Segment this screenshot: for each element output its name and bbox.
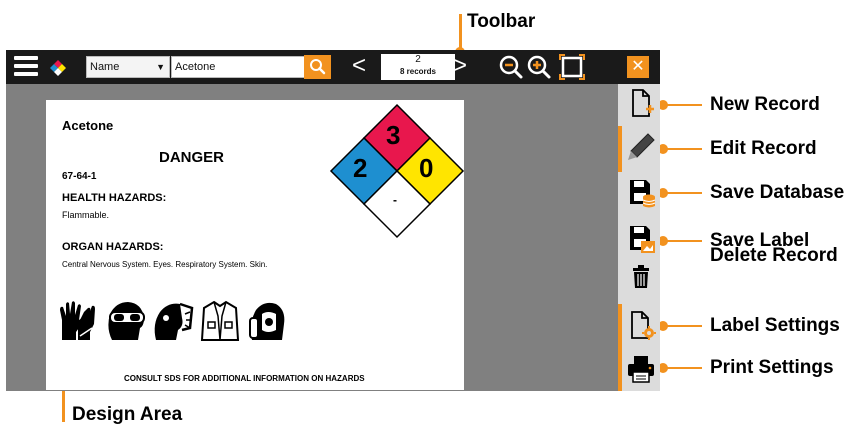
zoom-in-icon [527,55,551,79]
design-area[interactable]: Acetone DANGER 67-64-1 HEALTH HAZARDS: F… [6,84,618,391]
close-button[interactable]: ✕ [627,56,649,78]
label-organ-hazards-heading[interactable]: ORGAN HAZARDS: [62,241,163,253]
nfpa-special-value: - [393,193,397,207]
callout-label-settings-line [664,325,702,327]
callout-delete-record: Delete Record [710,245,838,266]
ppe-face-shield-icon[interactable] [152,300,194,342]
next-record-button[interactable]: > [453,52,467,80]
label-organ-hazards-text[interactable]: Central Nervous System. Eyes. Respirator… [62,260,267,269]
field-select-value: Name [90,61,120,73]
search-input[interactable]: Acetone [171,56,306,78]
side-panel-strip-top [618,126,622,172]
callout-print-settings-line [664,367,702,369]
new-record-button[interactable] [624,86,658,120]
ppe-lab-coat-icon[interactable] [200,300,240,342]
label-settings-button[interactable] [624,308,658,342]
field-select[interactable]: Name ▼ [86,56,170,78]
edit-record-button[interactable] [624,130,658,164]
menu-icon[interactable] [14,56,38,80]
label-health-hazards-heading[interactable]: HEALTH HAZARDS: [62,192,166,204]
fit-to-screen-button[interactable] [559,54,585,85]
record-counter[interactable]: 2 8 records [381,54,455,80]
trash-icon [633,265,649,288]
zoom-in-button[interactable] [526,54,552,85]
callout-label-settings: Label Settings [710,315,840,336]
search-button[interactable] [304,55,331,79]
side-panel-strip-bottom [618,304,622,391]
record-number: 2 [415,54,421,65]
label-signal-word[interactable]: DANGER [159,149,224,166]
callout-new-record: New Record [710,94,820,115]
callout-edit-record: Edit Record [710,138,817,159]
prev-record-button[interactable]: < [352,52,366,80]
new-document-icon [632,89,654,117]
callout-edit-record-line [664,148,702,150]
delete-record-button[interactable] [624,260,658,294]
nfpa-flammability-value: 3 [386,120,401,150]
callout-design-area: Design Area [72,404,183,425]
save-database-icon [630,180,656,208]
nfpa-diamond[interactable]: 3 2 0 - [329,103,465,239]
callout-save-label-line [664,240,702,242]
pencil-icon [628,133,655,160]
zoom-out-icon [499,55,523,79]
label-cas-number[interactable]: 67-64-1 [62,171,96,182]
nfpa-health-value: 2 [353,153,368,183]
ppe-goggles-icon[interactable] [104,300,146,342]
callout-toolbar: Toolbar [467,11,536,32]
callout-save-database: Save Database [710,182,845,203]
ppe-respirator-icon[interactable] [246,300,288,342]
label-settings-icon [631,311,656,340]
callout-new-record-line [664,104,702,106]
app-logo-icon [50,60,66,81]
nfpa-instability-value: 0 [419,153,434,183]
label-footer[interactable]: CONSULT SDS FOR ADDITIONAL INFORMATION O… [124,374,365,383]
ppe-gloves-icon[interactable] [58,300,98,342]
dropdown-arrow-icon: ▼ [156,62,165,72]
print-settings-button[interactable] [624,352,658,386]
record-total: 8 records [399,67,437,76]
callout-save-database-line [664,192,702,194]
search-icon [310,59,326,75]
callout-print-settings: Print Settings [710,357,834,378]
zoom-out-button[interactable] [498,54,524,85]
label-canvas[interactable]: Acetone DANGER 67-64-1 HEALTH HAZARDS: F… [46,100,465,390]
label-health-hazards-text[interactable]: Flammable. [62,210,109,220]
save-label-icon [630,226,655,253]
label-product-name[interactable]: Acetone [62,118,113,133]
side-panel [618,84,660,391]
printer-icon [628,356,654,383]
save-database-button[interactable] [624,176,658,210]
toolbar: Name ▼ Acetone < 2 8 records > ✕ [6,50,660,84]
fit-to-screen-icon [559,54,585,80]
save-label-button[interactable] [624,222,658,256]
